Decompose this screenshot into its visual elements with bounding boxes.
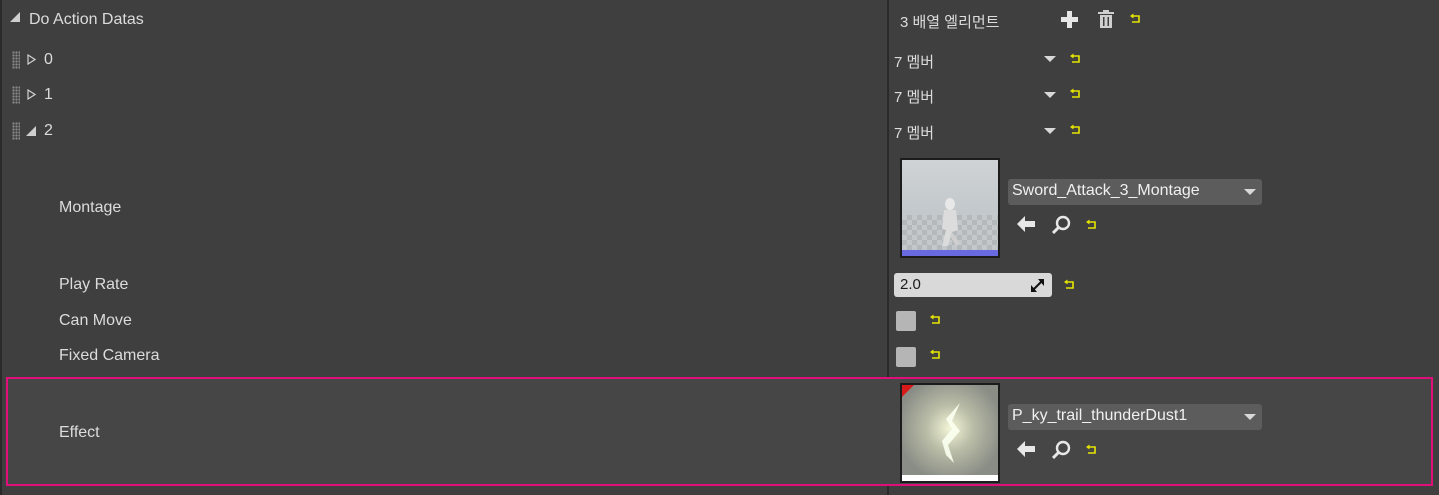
- dropdown-arrow-icon[interactable]: [1044, 128, 1056, 134]
- play-rate-value: 2.0: [900, 276, 921, 293]
- trash-icon[interactable]: [1098, 10, 1114, 28]
- montage-asset-combo[interactable]: Sword_Attack_3_Montage: [1008, 179, 1262, 205]
- montage-preview-image: [902, 198, 998, 256]
- reset-to-default-icon[interactable]: [930, 314, 942, 326]
- play-rate-label: Play Rate: [59, 276, 129, 293]
- montage-thumbnail[interactable]: [900, 158, 1000, 258]
- can-move-checkbox[interactable]: [896, 311, 916, 331]
- reset-to-default-icon[interactable]: [1086, 219, 1098, 231]
- dropdown-arrow-icon[interactable]: [1044, 92, 1056, 98]
- drag-grip-icon[interactable]: [12, 86, 20, 104]
- reset-to-default-icon[interactable]: [930, 349, 942, 361]
- array-item-row: 2 7 멤버: [0, 114, 1439, 150]
- play-rate-row: Play Rate 2.0: [0, 268, 1439, 302]
- reset-to-default-icon[interactable]: [1070, 124, 1082, 136]
- array-item-row: 1 7 멤버: [0, 78, 1439, 114]
- montage-asset-name: Sword_Attack_3_Montage: [1012, 182, 1200, 199]
- array-item-index: 2: [44, 122, 53, 139]
- can-move-label: Can Move: [59, 312, 132, 329]
- details-panel: Do Action Datas 3 배열 엘리먼트 0 7 멤버 1 7 멤버 …: [0, 0, 1439, 495]
- play-rate-input[interactable]: 2.0: [894, 273, 1052, 297]
- reset-to-default-icon[interactable]: [1064, 279, 1076, 291]
- drag-grip-icon[interactable]: [12, 51, 20, 69]
- array-element-count: 3 배열 엘리먼트: [900, 14, 1000, 31]
- array-item-value: 7 멤버: [894, 54, 935, 71]
- collapse-triangle-icon[interactable]: [10, 12, 20, 22]
- reset-to-default-icon[interactable]: [1070, 53, 1082, 65]
- search-icon[interactable]: [1052, 215, 1071, 234]
- reset-to-default-icon[interactable]: [1130, 13, 1142, 25]
- montage-label: Montage: [59, 199, 122, 216]
- expand-triangle-icon[interactable]: [27, 54, 36, 65]
- array-title: Do Action Datas: [29, 11, 144, 28]
- scale-icon[interactable]: [1031, 279, 1044, 292]
- selection-highlight-frame: [6, 377, 1433, 486]
- fixed-camera-row: Fixed Camera: [0, 340, 1439, 374]
- array-header-row: Do Action Datas 3 배열 엘리먼트: [0, 0, 1439, 40]
- plus-icon[interactable]: [1061, 11, 1078, 28]
- dropdown-arrow-icon[interactable]: [1044, 56, 1056, 62]
- expand-triangle-icon[interactable]: [27, 89, 36, 100]
- collapse-triangle-icon[interactable]: [26, 126, 36, 136]
- montage-row: Montage Sword_Attack_3_Montage: [0, 152, 1439, 262]
- dropdown-arrow-icon[interactable]: [1244, 189, 1256, 195]
- can-move-row: Can Move: [0, 304, 1439, 338]
- array-item-value: 7 멤버: [894, 125, 935, 142]
- drag-grip-icon[interactable]: [12, 122, 20, 140]
- array-item-value: 7 멤버: [894, 89, 935, 106]
- reset-to-default-icon[interactable]: [1070, 88, 1082, 100]
- array-item-index: 1: [44, 86, 53, 103]
- array-item-row: 0 7 멤버: [0, 42, 1439, 78]
- browse-back-arrow-icon[interactable]: [1017, 216, 1035, 232]
- fixed-camera-checkbox[interactable]: [896, 347, 916, 367]
- fixed-camera-label: Fixed Camera: [59, 347, 160, 364]
- array-item-index: 0: [44, 51, 53, 68]
